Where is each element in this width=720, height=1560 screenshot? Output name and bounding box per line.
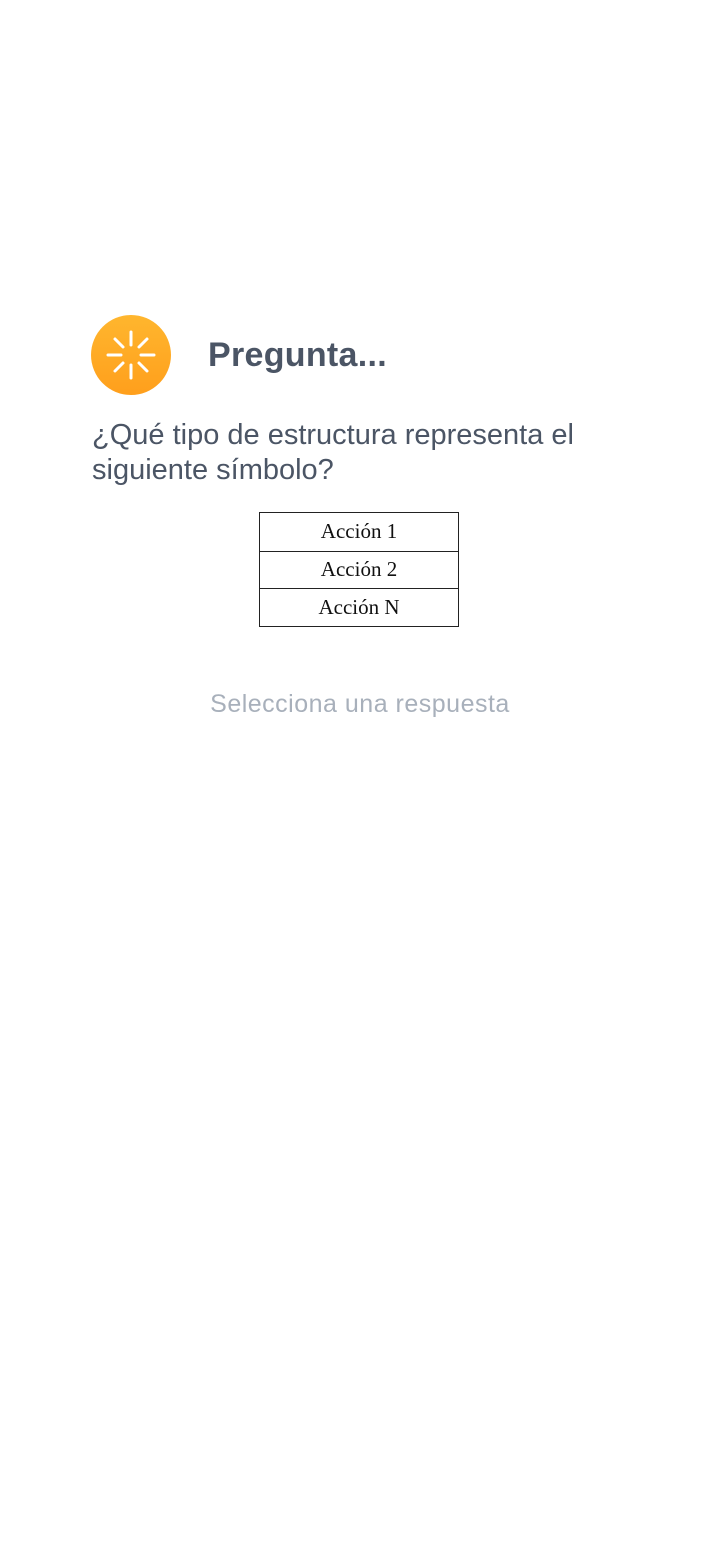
symbol-row: Acción N (260, 588, 458, 626)
question-header: Pregunta... (91, 315, 387, 395)
loading-spinner-icon (106, 330, 156, 380)
header-title: Pregunta... (208, 335, 387, 374)
question-badge (91, 315, 171, 395)
symbol-row: Acción 1 (320, 519, 398, 544)
select-answer-prompt: Selecciona una respuesta (210, 690, 510, 718)
symbol-row: Acción 2 (260, 550, 458, 589)
structure-symbol-image: Acción 1 Acción 2 Acción N (259, 512, 459, 627)
question-text: ¿Qué tipo de estructura representa el si… (92, 419, 574, 486)
